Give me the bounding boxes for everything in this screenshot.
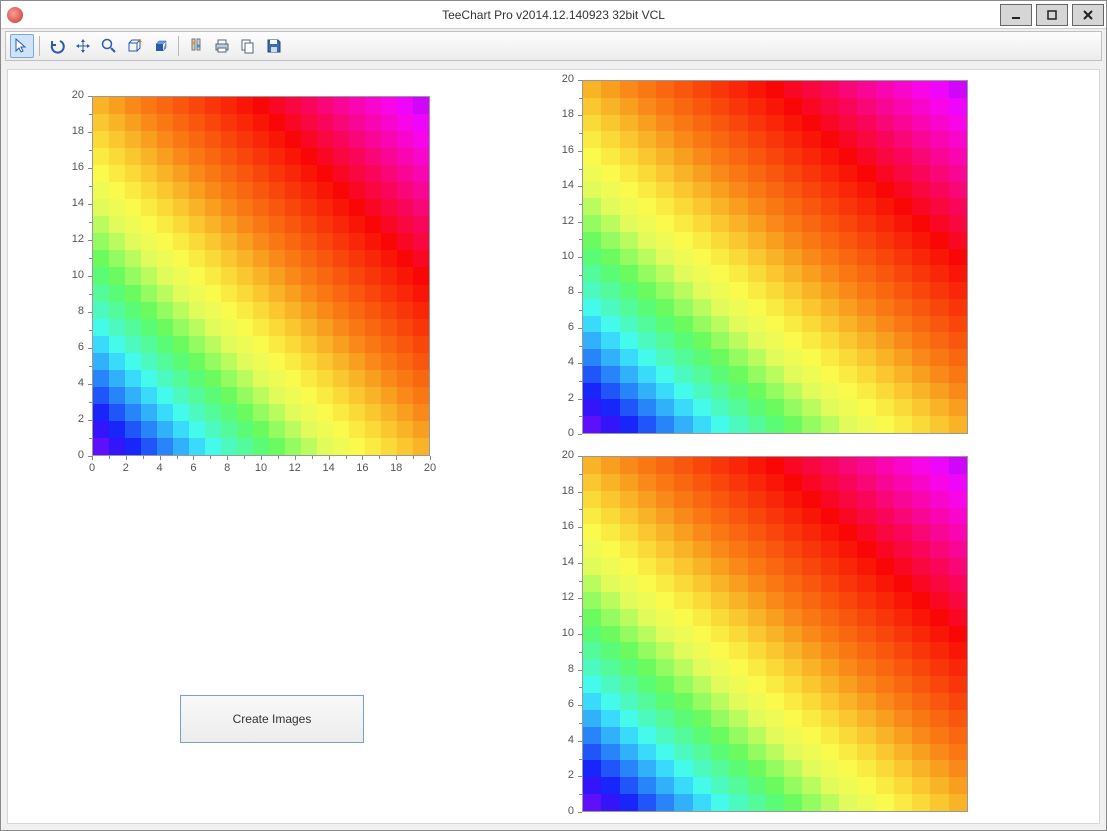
chart2-y-tick-label: 18	[554, 108, 574, 120]
chart1-panel[interactable]: 0 2 4 6 8 10 12 14 16 18 20 0 2 4 6 8 10 12 14 16 18 20	[58, 88, 438, 488]
chart2-y-tick-label: 6	[554, 321, 574, 333]
chart3-y-tick-label: 16	[554, 520, 574, 532]
print-button[interactable]	[210, 34, 234, 58]
chart1-y-tick-label: 20	[64, 89, 84, 101]
chart1-y-tick-label: 16	[64, 161, 84, 173]
chart3-y-tick-label: 8	[554, 663, 574, 675]
chart2-y-tick-label: 0	[554, 427, 574, 439]
chart1-x-tick-label: 10	[253, 462, 269, 474]
rotate-3d-button[interactable]	[149, 34, 173, 58]
close-button[interactable]	[1072, 4, 1104, 26]
chart2-y-tick-label: 12	[554, 215, 574, 227]
chart3-y-tick-label: 14	[554, 556, 574, 568]
chart3-y-tick-label: 12	[554, 591, 574, 603]
toolbar-separator	[178, 36, 179, 56]
chart1-x-tick-label: 2	[118, 462, 134, 474]
app-window: TeeChart Pro v2014.12.140923 32bit VCL	[0, 0, 1107, 831]
copy-button[interactable]	[236, 34, 260, 58]
chart3-y-tick-label: 2	[554, 769, 574, 781]
move-button[interactable]	[71, 34, 95, 58]
chart1-x-tick-label: 12	[287, 462, 303, 474]
chart1-x-tick-label: 18	[388, 462, 404, 474]
chart1-y-tick-label: 4	[64, 377, 84, 389]
toolbar-separator	[39, 36, 40, 56]
chart3-y-tick-label: 20	[554, 449, 574, 461]
edit-button[interactable]	[184, 34, 208, 58]
chart1-y-tick-label: 18	[64, 125, 84, 137]
chart1-x-tick-label: 8	[219, 462, 235, 474]
chart1-x-tick-label: 0	[84, 462, 100, 474]
chart1-plot-area	[92, 96, 430, 456]
window-title: TeeChart Pro v2014.12.140923 32bit VCL	[442, 8, 665, 22]
chart3-plot-area	[582, 456, 968, 812]
chart2-y-tick-label: 20	[554, 73, 574, 85]
chart1-y-tick-label: 2	[64, 413, 84, 425]
chart1-x-tick-label: 14	[321, 462, 337, 474]
zoom-button[interactable]	[97, 34, 121, 58]
app-icon	[7, 7, 23, 23]
chart2-y-tick-label: 4	[554, 356, 574, 368]
chart3-y-tick-label: 0	[554, 805, 574, 817]
chart1-y-tick-label: 0	[64, 449, 84, 461]
depth-button[interactable]	[123, 34, 147, 58]
chart1-y-tick-label: 6	[64, 341, 84, 353]
chart1-y-tick-label: 10	[64, 269, 84, 281]
undo-button[interactable]	[45, 34, 69, 58]
chart2-y-tick-label: 8	[554, 285, 574, 297]
chart2-y-tick-label: 10	[554, 250, 574, 262]
chart3-heatmap	[583, 457, 967, 811]
chart3-y-tick-label: 4	[554, 734, 574, 746]
pointer-tool-button[interactable]	[10, 34, 34, 58]
titlebar: TeeChart Pro v2014.12.140923 32bit VCL	[1, 1, 1106, 29]
chart1-heatmap	[93, 97, 429, 455]
chart3-y-tick-label: 10	[554, 627, 574, 639]
chart1-x-tick-label: 4	[152, 462, 168, 474]
chart2-panel[interactable]: 0 2 4 6 8 10 12 14 16 18 20	[538, 72, 978, 444]
chart3-y-tick-label: 6	[554, 698, 574, 710]
chart1-x-tick-label: 20	[422, 462, 438, 474]
chart1-x-tick-label: 16	[354, 462, 370, 474]
client-area: Create Images 02468101214161820024681012…	[7, 69, 1100, 824]
save-button[interactable]	[262, 34, 286, 58]
chart2-y-tick-label: 16	[554, 144, 574, 156]
chart2-y-tick-label: 14	[554, 179, 574, 191]
chart2-y-tick-label: 2	[554, 392, 574, 404]
chart2-plot-area	[582, 80, 968, 434]
create-images-button[interactable]: Create Images	[180, 695, 364, 743]
chart1-y-tick-label: 8	[64, 305, 84, 317]
create-images-label: Create Images	[233, 712, 312, 726]
minimize-button[interactable]	[1000, 4, 1032, 26]
chart1-x-tick-label: 6	[185, 462, 201, 474]
chart1-y-tick-label: 14	[64, 197, 84, 209]
chart3-panel[interactable]: 0 2 4 6 8 10 12 14 16 18 20	[538, 448, 978, 822]
chart1-y-tick-label: 12	[64, 233, 84, 245]
chart2-heatmap	[583, 81, 967, 433]
window-controls	[998, 2, 1106, 28]
toolbar	[5, 31, 1102, 61]
maximize-button[interactable]	[1036, 4, 1068, 26]
chart3-y-tick-label: 18	[554, 485, 574, 497]
